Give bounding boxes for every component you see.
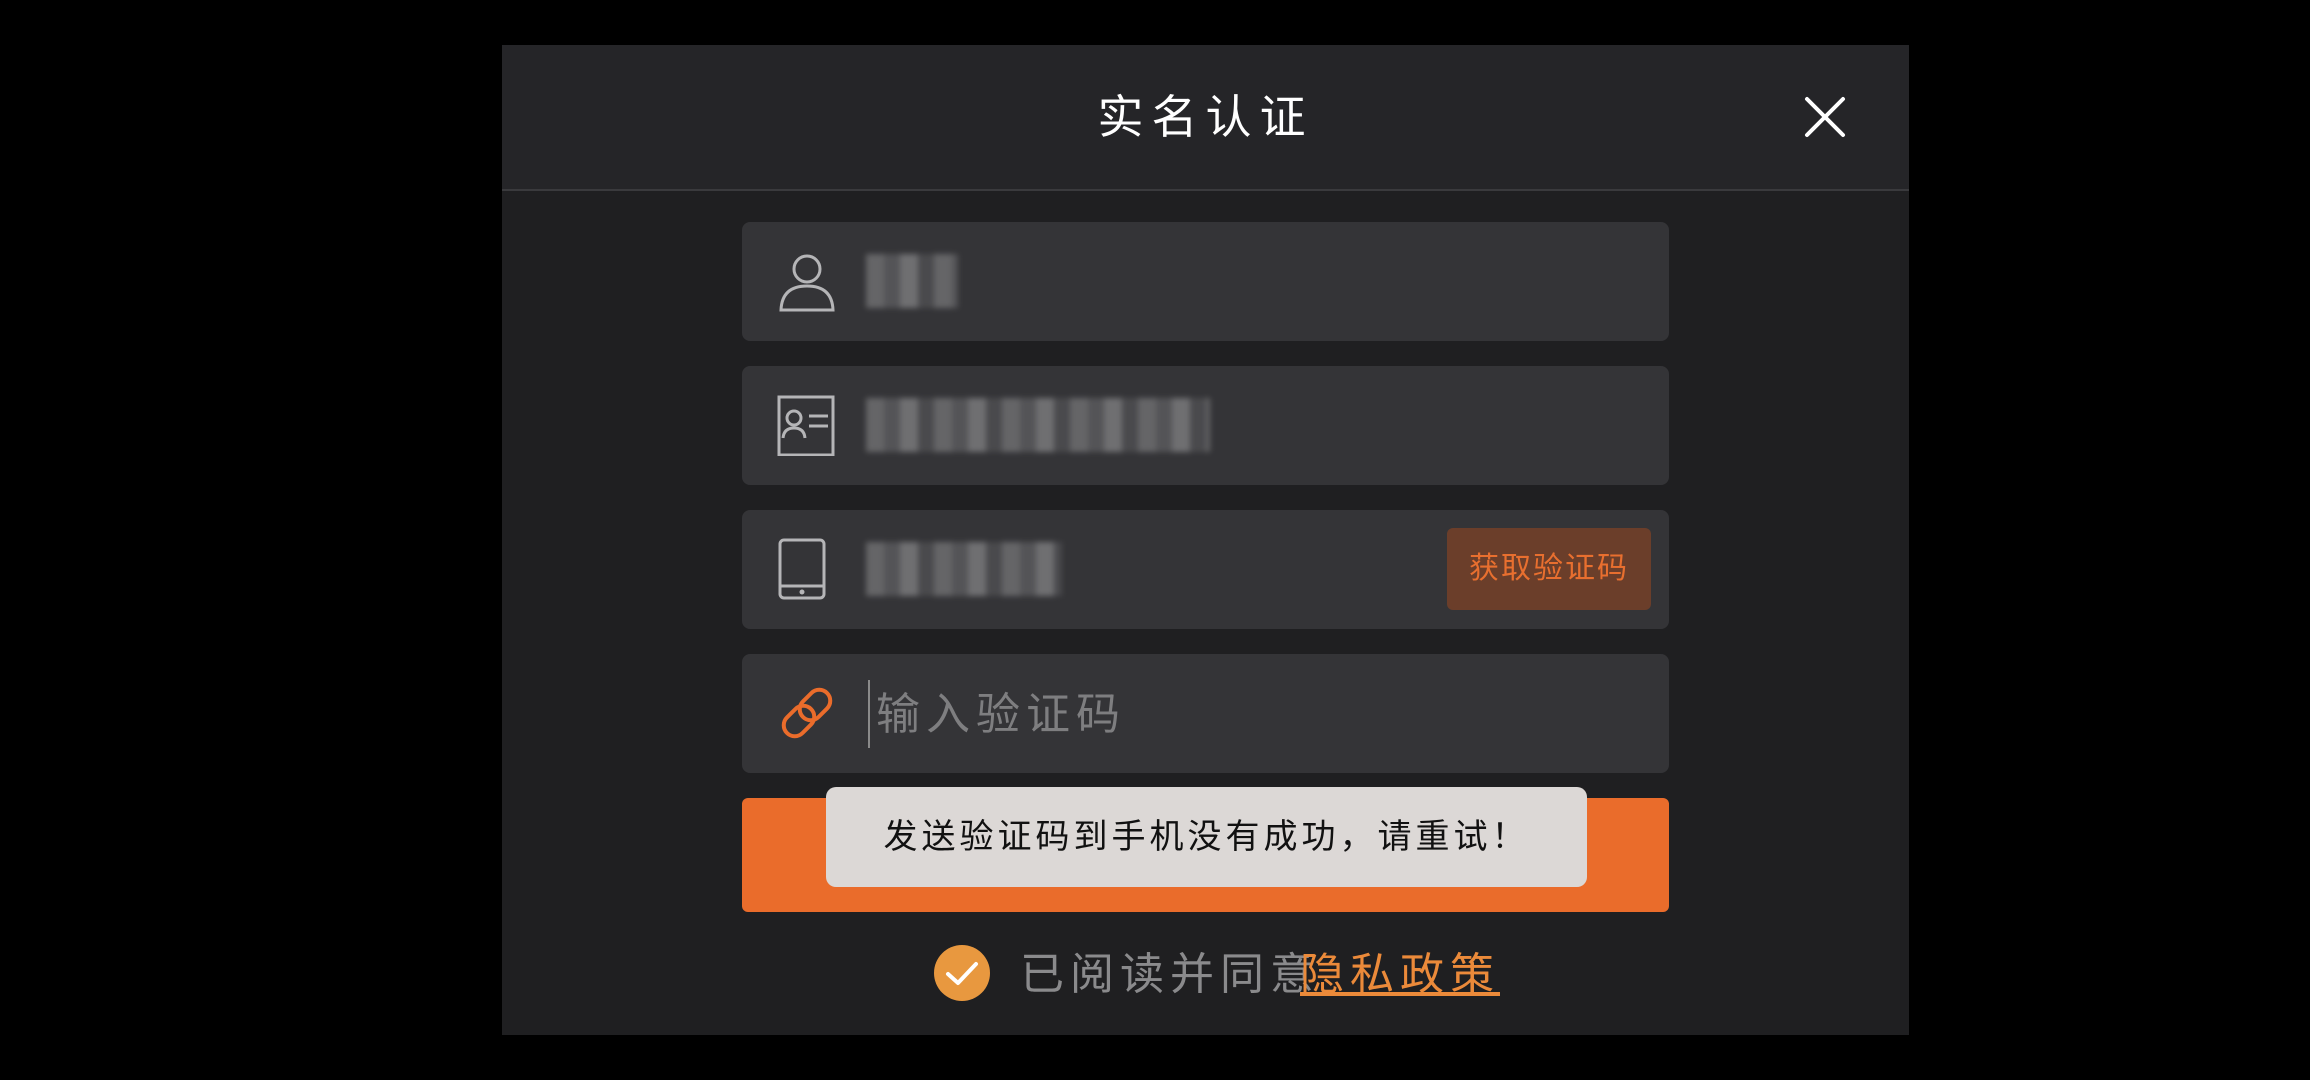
phone-value-masked <box>866 542 1062 596</box>
privacy-policy-link[interactable]: 隐私政策 <box>1300 940 1500 1010</box>
id-card-value-masked <box>866 398 1210 452</box>
get-verification-code-button[interactable]: 获取验证码 <box>1447 528 1651 610</box>
id-card-icon <box>777 395 835 456</box>
phone-field[interactable]: 获取验证码 <box>742 510 1669 629</box>
dialog-title: 实名认证 <box>1097 90 1314 144</box>
dialog-header: 实名认证 <box>502 45 1909 191</box>
id-card-field[interactable] <box>742 366 1669 485</box>
name-field[interactable] <box>742 222 1669 341</box>
verification-code-input[interactable] <box>868 680 1578 748</box>
real-name-verification-dialog: 实名认证 获取验证码 输入验证码 发送验证码到手机没有成功，请重试！ 已阅读并同… <box>502 45 1909 1035</box>
phone-icon <box>778 538 826 600</box>
close-icon <box>1805 97 1845 137</box>
agreement-row: 已阅读并同意 隐私政策 <box>502 940 1909 1010</box>
name-value-masked <box>866 254 958 308</box>
verification-code-field[interactable] <box>742 654 1669 773</box>
user-icon <box>779 254 835 312</box>
checkmark-icon <box>946 962 978 985</box>
close-button[interactable] <box>1801 93 1849 141</box>
agreement-text: 已阅读并同意 <box>1020 949 1320 1000</box>
agree-checkbox[interactable] <box>934 945 990 1001</box>
link-icon <box>781 687 833 739</box>
error-toast: 发送验证码到手机没有成功，请重试！ <box>826 787 1587 887</box>
